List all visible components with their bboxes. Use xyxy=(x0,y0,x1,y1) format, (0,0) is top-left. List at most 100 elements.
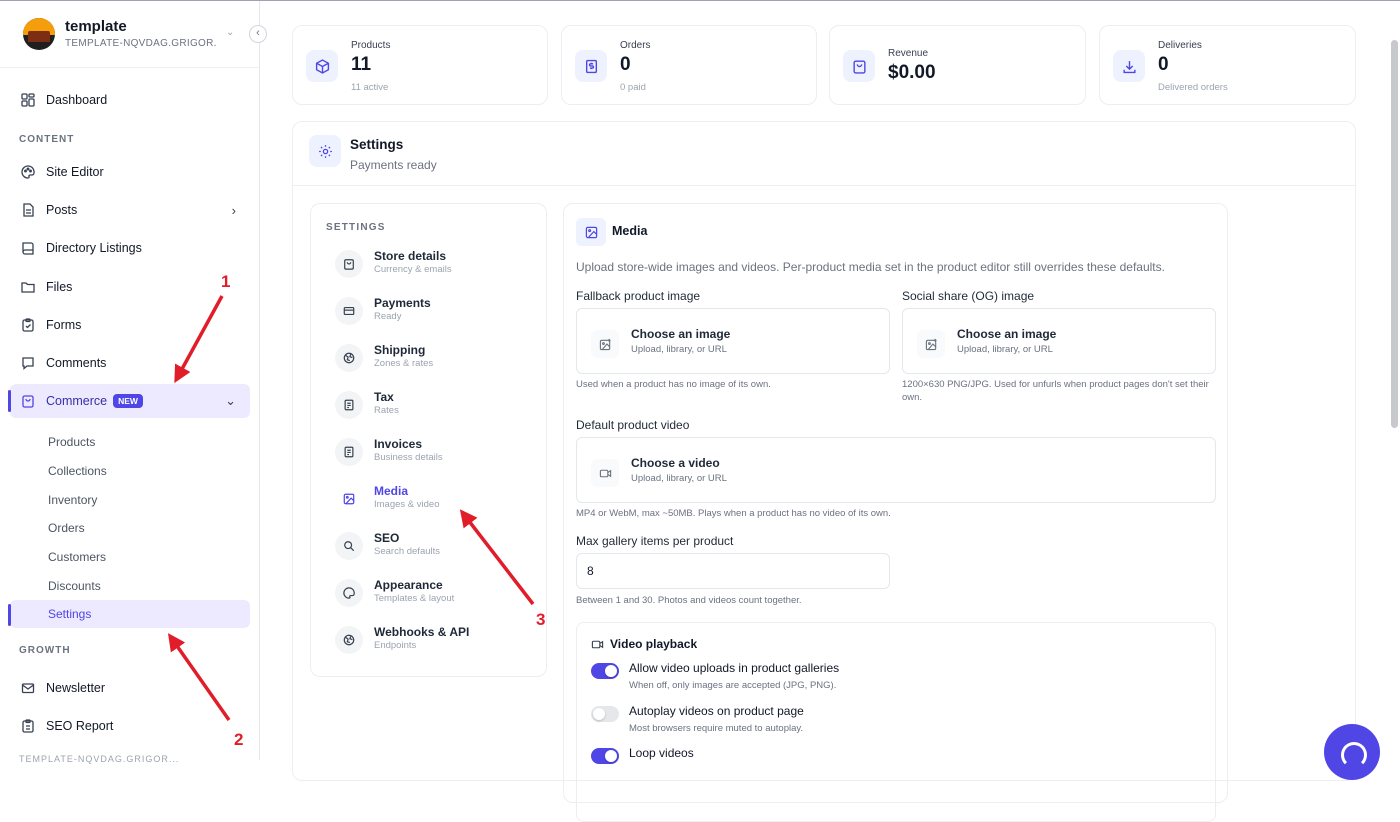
stat-label: Orders xyxy=(620,40,651,51)
nav-newsletter[interactable]: Newsletter xyxy=(10,671,250,705)
settings-nav-payments[interactable]: Payments Ready xyxy=(335,291,535,331)
nav-site-editor[interactable]: Site Editor xyxy=(10,155,250,189)
settings-nav-store-details[interactable]: Store details Currency & emails xyxy=(335,244,535,284)
nav-commerce-discounts[interactable]: Discounts xyxy=(10,572,250,600)
video-playback-title: Video playback xyxy=(610,637,698,651)
section-growth-label: GROWTH xyxy=(19,645,71,656)
media-description: Upload store-wide images and videos. Per… xyxy=(576,260,1165,274)
settings-card: Settings Payments ready SETTINGS Store d… xyxy=(292,121,1356,822)
settings-nav-title: Payments xyxy=(374,296,431,310)
receipt-icon xyxy=(575,50,607,82)
site-logo xyxy=(23,18,55,50)
og-image-help: 1200×630 PNG/JPG. Used for unfurls when … xyxy=(902,379,1209,403)
nav-files[interactable]: Files xyxy=(10,270,250,304)
stat-card-revenue[interactable]: Revenue $0.00 xyxy=(829,25,1086,105)
report-icon xyxy=(20,718,36,734)
stat-value: $0.00 xyxy=(888,62,936,83)
nav-comments[interactable]: Comments xyxy=(10,346,250,380)
nav-commerce-settings[interactable]: Settings xyxy=(10,600,250,628)
settings-nav-invoices[interactable]: Invoices Business details xyxy=(335,432,535,472)
book-icon xyxy=(20,240,36,256)
comment-icon xyxy=(20,355,36,371)
settings-nav-title: Invoices xyxy=(374,437,423,451)
download-icon xyxy=(1113,50,1145,82)
nav-commerce-collections[interactable]: Collections xyxy=(10,457,250,485)
nav-newsletter-label: Newsletter xyxy=(46,681,106,695)
settings-active-indicator xyxy=(8,604,11,626)
stat-note: 0 paid xyxy=(620,82,646,93)
stat-label: Revenue xyxy=(888,48,929,59)
nav-posts[interactable]: Posts › xyxy=(10,193,250,227)
nav-forms[interactable]: Forms xyxy=(10,308,250,342)
stat-label: Products xyxy=(351,40,391,51)
nav-seo-report[interactable]: SEO Report xyxy=(10,709,250,743)
allow-video-uploads-toggle[interactable] xyxy=(591,663,619,679)
default-video-picker[interactable]: Choose a video Upload, library, or URL xyxy=(576,437,1216,503)
globe-icon xyxy=(335,626,363,654)
settings-nav-title: Media xyxy=(374,484,409,498)
invoice-icon xyxy=(335,438,363,466)
settings-nav: SETTINGS Store details Currency & emails… xyxy=(310,203,547,677)
settings-nav-tax[interactable]: Tax Rates xyxy=(335,385,535,425)
chat-launcher-button[interactable] xyxy=(1324,724,1380,780)
stat-card-products[interactable]: Products 11 11 active xyxy=(292,25,548,105)
settings-nav-media[interactable]: Media Images & video xyxy=(335,479,535,519)
default-video-help: MP4 or WebM, max ~50MB. Plays when a pro… xyxy=(576,508,891,519)
page-scrollbar[interactable] xyxy=(1391,40,1398,428)
settings-nav-sub: Ready xyxy=(374,311,402,322)
nav-seo-report-label: SEO Report xyxy=(46,719,114,733)
nav-commerce[interactable]: Commerce NEW ⌄ xyxy=(10,384,250,418)
stat-card-orders[interactable]: Orders 0 0 paid xyxy=(561,25,817,105)
settings-nav-seo[interactable]: SEO Search defaults xyxy=(335,526,535,566)
autoplay-videos-toggle[interactable] xyxy=(591,706,619,722)
nav-directory-listings[interactable]: Directory Listings xyxy=(10,231,250,265)
nav-commerce-customers[interactable]: Customers xyxy=(10,543,250,571)
picker-sub: Upload, library, or URL xyxy=(631,344,727,355)
autoplay-videos-label: Autoplay videos on product page xyxy=(629,704,804,718)
nav-commerce-inventory[interactable]: Inventory xyxy=(10,486,250,514)
settings-nav-title: Tax xyxy=(374,390,394,404)
settings-nav-title: Webhooks & API xyxy=(374,625,470,639)
stat-card-deliveries[interactable]: Deliveries 0 Delivered orders xyxy=(1099,25,1356,105)
settings-nav-webhooks[interactable]: Webhooks & API Endpoints xyxy=(335,620,535,660)
gear-icon xyxy=(309,135,341,167)
settings-nav-sub: Business details xyxy=(374,452,443,463)
nav-commerce-orders[interactable]: Orders xyxy=(10,514,250,542)
gallery-max-input[interactable] xyxy=(576,553,890,589)
settings-nav-sub: Zones & rates xyxy=(374,358,434,369)
clipboard-icon xyxy=(20,317,36,333)
sidebar-footer-text: TEMPLATE-NQVDAG.GRIGOR... xyxy=(19,754,180,764)
allow-video-uploads-label: Allow video uploads in product galleries xyxy=(629,661,840,675)
site-subtitle: TEMPLATE-NQVDAG.GRIGOR... xyxy=(65,38,217,49)
settings-nav-title: Shipping xyxy=(374,343,426,357)
og-image-label: Social share (OG) image xyxy=(902,289,1035,303)
document-icon xyxy=(20,202,36,218)
settings-nav-shipping[interactable]: Shipping Zones & rates xyxy=(335,338,535,378)
nav-dashboard[interactable]: Dashboard xyxy=(10,83,250,117)
stat-note: Delivered orders xyxy=(1158,82,1228,93)
new-badge: NEW xyxy=(113,394,143,408)
sidebar: template TEMPLATE-NQVDAG.GRIGOR... ⌄ ‹ D… xyxy=(0,1,267,764)
annotation-label-3: 3 xyxy=(536,610,546,629)
settings-header: Settings Payments ready xyxy=(293,122,1355,186)
video-playback-header: Video playback xyxy=(591,637,697,651)
globe-icon xyxy=(335,344,363,372)
settings-nav-heading: SETTINGS xyxy=(326,222,386,233)
og-image-picker[interactable]: Choose an image Upload, library, or URL xyxy=(902,308,1216,374)
media-panel: Media Upload store-wide images and video… xyxy=(563,203,1228,822)
loop-videos-toggle[interactable] xyxy=(591,748,619,764)
nav-commerce-products[interactable]: Products xyxy=(10,428,250,456)
commerce-active-indicator xyxy=(8,390,11,412)
nav-comments-label: Comments xyxy=(46,356,107,370)
site-switcher[interactable]: template TEMPLATE-NQVDAG.GRIGOR... ⌄ xyxy=(0,1,259,68)
collapse-sidebar-button[interactable]: ‹ xyxy=(249,25,267,43)
stat-value: 11 xyxy=(351,54,372,75)
toggle-knob xyxy=(593,708,605,720)
fallback-image-picker[interactable]: Choose an image Upload, library, or URL xyxy=(576,308,890,374)
main-content: Products 11 11 active Orders 0 0 paid Re… xyxy=(260,1,1388,822)
settings-nav-sub: Endpoints xyxy=(374,640,417,651)
settings-status: Payments ready xyxy=(350,158,437,172)
settings-nav-appearance[interactable]: Appearance Templates & layout xyxy=(335,573,535,613)
nav-dashboard-label: Dashboard xyxy=(46,93,108,107)
box-icon xyxy=(306,50,338,82)
